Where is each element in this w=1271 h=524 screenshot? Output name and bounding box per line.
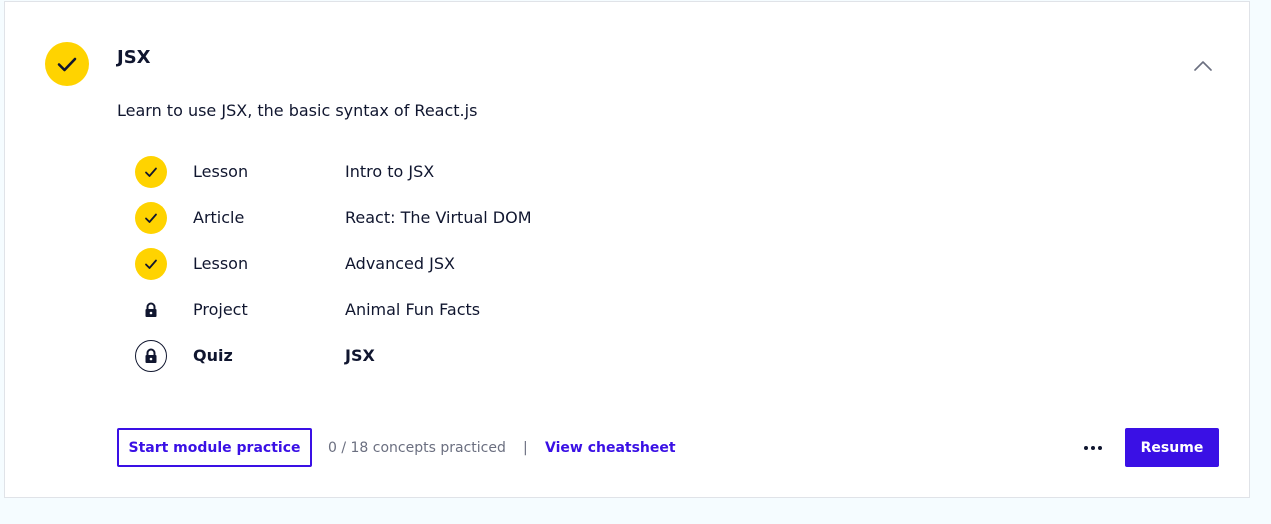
item-name: JSX xyxy=(345,346,375,365)
item-name: React: The Virtual DOM xyxy=(345,208,532,227)
lock-icon xyxy=(145,302,157,317)
check-icon xyxy=(145,213,157,223)
item-name: Advanced JSX xyxy=(345,254,455,273)
item-name: Animal Fun Facts xyxy=(345,300,481,319)
item-status-badge xyxy=(135,156,167,188)
item-status-badge xyxy=(135,202,167,234)
item-type: Lesson xyxy=(193,162,249,181)
lock-icon xyxy=(145,348,157,363)
list-item[interactable]: Lesson Advanced JSX xyxy=(135,244,695,284)
check-icon xyxy=(145,167,157,177)
module-description: Learn to use JSX, the basic syntax of Re… xyxy=(117,101,478,120)
list-item[interactable]: Project Animal Fun Facts xyxy=(135,290,695,330)
list-item[interactable]: Article React: The Virtual DOM xyxy=(135,198,695,238)
collapse-button[interactable] xyxy=(1191,56,1215,76)
item-type: Lesson xyxy=(193,254,249,273)
check-icon xyxy=(145,259,157,269)
resume-button[interactable]: Resume xyxy=(1125,428,1219,467)
chevron-up-icon xyxy=(1194,61,1212,71)
footer-separator: | xyxy=(523,440,528,456)
more-horizontal-icon xyxy=(1091,446,1095,450)
item-type: Quiz xyxy=(193,346,233,365)
start-module-practice-button[interactable]: Start module practice xyxy=(117,428,312,467)
module-card: JSX Learn to use JSX, the basic syntax o… xyxy=(4,1,1250,498)
item-type: Article xyxy=(193,208,245,227)
check-icon xyxy=(57,57,77,72)
item-status-badge xyxy=(135,248,167,280)
more-horizontal-icon xyxy=(1084,446,1088,450)
list-item[interactable]: Lesson Intro to JSX xyxy=(135,152,695,192)
module-title: JSX xyxy=(117,47,151,68)
more-horizontal-icon xyxy=(1098,446,1102,450)
view-cheatsheet-link[interactable]: View cheatsheet xyxy=(545,438,676,458)
list-item[interactable]: Quiz JSX xyxy=(135,336,695,376)
module-complete-badge xyxy=(45,42,89,86)
concepts-practiced-count: 0 / 18 concepts practiced xyxy=(328,440,506,456)
more-options-button[interactable] xyxy=(1079,437,1107,459)
item-name: Intro to JSX xyxy=(345,162,435,181)
item-type: Project xyxy=(193,300,248,319)
item-status-badge xyxy=(135,340,167,372)
item-status-badge xyxy=(135,294,167,326)
